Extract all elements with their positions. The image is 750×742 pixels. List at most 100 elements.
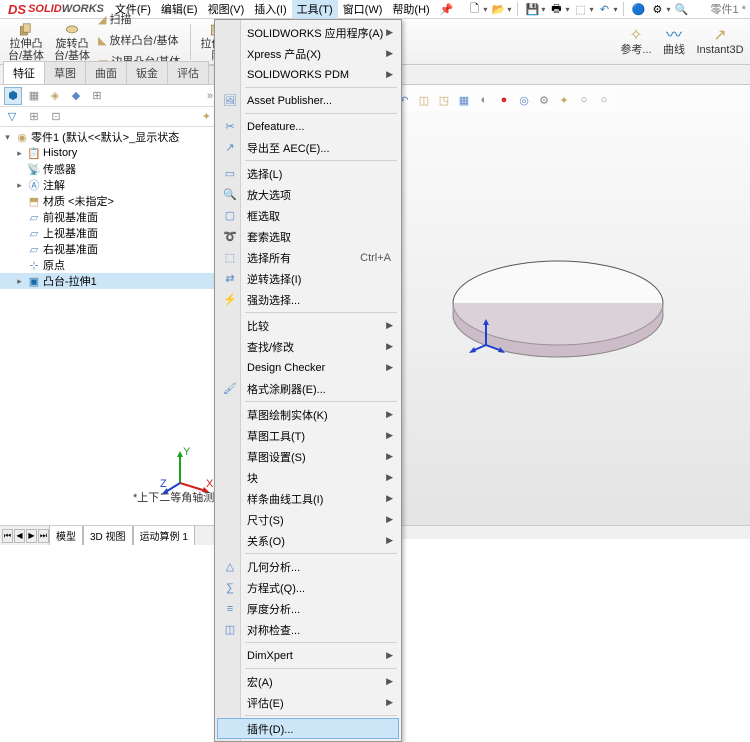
new-doc-icon[interactable]: 🗋 xyxy=(466,1,482,17)
menu-item[interactable]: 样条曲线工具(I)▶ xyxy=(217,488,399,509)
menu-item[interactable]: ◫对称检查... xyxy=(217,619,399,640)
tab-sketch[interactable]: 草图 xyxy=(44,61,86,84)
tree-node[interactable]: ▸▣凸台-拉伸1 xyxy=(0,273,217,289)
menu-pin-icon[interactable]: 📌 xyxy=(435,1,459,18)
sym-icon: ◫ xyxy=(222,622,238,638)
menu-item[interactable]: 草图设置(S)▶ xyxy=(217,446,399,467)
menu-item[interactable]: 草图绘制实体(K)▶ xyxy=(217,404,399,425)
tab-sheetmetal[interactable]: 钣金 xyxy=(126,61,168,84)
print-icon[interactable]: 🖶 xyxy=(548,1,564,17)
tree-node[interactable]: ▱前视基准面 xyxy=(0,209,217,225)
fm-display-icon[interactable]: ⊞ xyxy=(88,87,106,105)
scene-icon[interactable]: ◎ xyxy=(515,91,533,109)
fm-dimxpert-icon[interactable]: ◆ xyxy=(67,87,85,105)
instant3d-button[interactable]: ↗Instant3D xyxy=(694,21,746,63)
filter2-icon[interactable]: ⊞ xyxy=(24,109,44,125)
menu-item[interactable]: 🖼Asset Publisher... xyxy=(217,90,399,111)
annot-icon: Ⓐ xyxy=(27,178,41,192)
menu-item[interactable]: ∑方程式(Q)... xyxy=(217,577,399,598)
tree-root[interactable]: ▾ ◉ 零件1 (默认<<默认>_显示状态 xyxy=(0,129,217,145)
menu-item[interactable]: 尺寸(S)▶ xyxy=(217,509,399,530)
menu-item[interactable]: ▭选择(L) xyxy=(217,163,399,184)
menu-item[interactable]: 关系(O)▶ xyxy=(217,530,399,551)
discs2-icon[interactable]: ○ xyxy=(595,91,613,109)
menu-item[interactable]: 查找/修改▶ xyxy=(217,336,399,357)
fm-expand-icon[interactable]: » xyxy=(207,90,213,102)
view-orient-icon[interactable]: ◳ xyxy=(435,91,453,109)
hide-show-icon[interactable]: ◐ xyxy=(475,91,493,109)
scroll-last-icon[interactable]: ⏭ xyxy=(38,529,49,543)
swept-boss-button[interactable]: ◢参考...扫描 xyxy=(96,11,186,31)
rebuild-icon[interactable]: 🔵 xyxy=(630,1,646,17)
menu-item[interactable]: ⬚选择所有Ctrl+A xyxy=(217,247,399,268)
menu-item[interactable]: ✂Defeature... xyxy=(217,116,399,137)
discs-icon[interactable]: ○ xyxy=(575,91,593,109)
menu-item[interactable]: ▢框选取 xyxy=(217,205,399,226)
section-view-icon[interactable]: ◫ xyxy=(415,91,433,109)
tree-node[interactable]: 📡传感器 xyxy=(0,161,217,177)
bottom-tab-model[interactable]: 模型 xyxy=(49,526,83,545)
menu-item[interactable]: △几何分析... xyxy=(217,556,399,577)
filter3-icon[interactable]: ⊡ xyxy=(46,109,66,125)
menu-item[interactable]: SOLIDWORKS PDM▶ xyxy=(217,64,399,85)
menu-insert[interactable]: 插入(I) xyxy=(249,0,291,19)
view-settings-icon[interactable]: ⚙ xyxy=(535,91,553,109)
fm-property-icon[interactable]: ▦ xyxy=(25,87,43,105)
menu-item[interactable]: ⚡强劲选择... xyxy=(217,289,399,310)
menu-item[interactable]: 🔍放大选项 xyxy=(217,184,399,205)
options-icon[interactable]: ⚙ xyxy=(649,1,665,17)
tree-node[interactable]: ⬒材质 <未指定> xyxy=(0,193,217,209)
filter-star-icon[interactable]: ✦ xyxy=(202,110,211,123)
menu-item[interactable]: DimXpert▶ xyxy=(217,645,399,666)
curves-button[interactable]: 〰曲线 xyxy=(658,21,690,63)
tree-node[interactable]: ⊹原点 xyxy=(0,257,217,273)
render-icon[interactable]: ✦ xyxy=(555,91,573,109)
menu-item[interactable]: 宏(A)▶ xyxy=(217,671,399,692)
loft-boss-button[interactable]: ◣放样凸台/基体 xyxy=(96,32,186,52)
menu-item[interactable]: 比较▶ xyxy=(217,315,399,336)
menu-item[interactable]: SOLIDWORKS 应用程序(A)▶ xyxy=(217,22,399,43)
tab-surface[interactable]: 曲面 xyxy=(85,61,127,84)
tree-node[interactable]: ▱上视基准面 xyxy=(0,225,217,241)
menu-help[interactable]: 帮助(H) xyxy=(387,0,434,19)
save-icon[interactable]: 💾 xyxy=(524,1,540,17)
select-icon[interactable]: ⬚ xyxy=(572,1,588,17)
fm-tree-icon[interactable]: ⬢ xyxy=(4,87,22,105)
appearance-icon[interactable]: ● xyxy=(495,91,513,109)
fm-config-icon[interactable]: ◈ xyxy=(46,87,64,105)
menu-item[interactable]: 🖌格式涂刷器(E)... xyxy=(217,378,399,399)
open-icon[interactable]: 📂 xyxy=(490,1,506,17)
scroll-first-icon[interactable]: ⏮ xyxy=(2,529,13,543)
filter-icon[interactable]: ▽ xyxy=(2,109,22,125)
menu-item[interactable]: 草图工具(T)▶ xyxy=(217,425,399,446)
menu-item[interactable]: Design Checker▶ xyxy=(217,357,399,378)
display-style-icon[interactable]: ▦ xyxy=(455,91,473,109)
paint-icon: 🖌 xyxy=(222,381,238,397)
ref-geometry-button[interactable]: ✧参考... xyxy=(618,21,654,63)
menu-item[interactable]: ≡厚度分析... xyxy=(217,598,399,619)
bottom-tab-motion[interactable]: 运动算例 1 xyxy=(133,526,195,545)
menu-tools[interactable]: 工具(T) xyxy=(292,0,338,19)
tab-features[interactable]: 特征 xyxy=(3,61,45,84)
bottom-tab-3dview[interactable]: 3D 视图 xyxy=(83,526,133,545)
menu-item[interactable]: ⇄逆转选择(I) xyxy=(217,268,399,289)
menu-item[interactable]: ↗导出至 AEC(E)... xyxy=(217,137,399,158)
search-icon[interactable]: 🔍 xyxy=(674,1,690,17)
scroll-next-icon[interactable]: ▶ xyxy=(26,529,37,543)
menu-item[interactable]: 块▶ xyxy=(217,467,399,488)
menu-item[interactable]: Xpress 产品(X)▶ xyxy=(217,43,399,64)
menu-view[interactable]: 视图(V) xyxy=(203,0,250,19)
tab-evaluate[interactable]: 评估 xyxy=(167,61,209,84)
tree-node[interactable]: ▸Ⓐ注解 xyxy=(0,177,217,193)
tree-node[interactable]: ▱右视基准面 xyxy=(0,241,217,257)
tree-node[interactable]: ▸📋History xyxy=(0,145,217,161)
scroll-prev-icon[interactable]: ◀ xyxy=(14,529,25,543)
extrude-boss-button[interactable]: 拉伸凸 台/基体 xyxy=(4,21,48,63)
menu-item[interactable]: 评估(E)▶ xyxy=(217,692,399,713)
revolve-boss-button[interactable]: 旋转凸 台/基体 xyxy=(50,21,94,63)
undo-icon[interactable]: ↶ xyxy=(596,1,612,17)
menu-window[interactable]: 窗口(W) xyxy=(338,0,388,19)
menu-item[interactable]: 插件(D)... xyxy=(217,718,399,739)
menu-item[interactable]: ➰套索选取 xyxy=(217,226,399,247)
fm-tab-icons: ⬢ ▦ ◈ ◆ ⊞ » xyxy=(0,85,217,107)
